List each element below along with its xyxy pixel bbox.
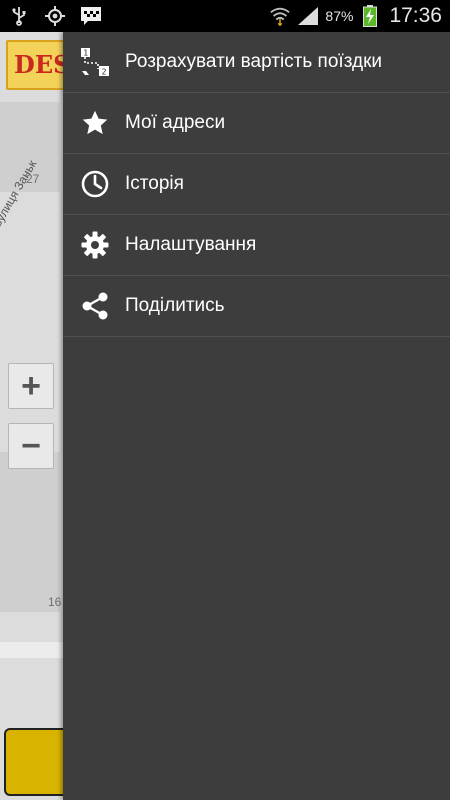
drawer-item-label: Розрахувати вартість поїздки — [125, 51, 383, 72]
status-left — [8, 5, 102, 27]
status-bar: 87% 17:36 — [0, 0, 450, 32]
drawer-item-label: Налаштування — [125, 234, 257, 255]
navigation-drawer: 1 2 Розрахувати вартість поїздки Мої адр… — [63, 32, 450, 800]
status-right: 87% 17:36 — [269, 4, 442, 28]
wifi-icon — [269, 5, 291, 27]
route-icon: 1 2 — [79, 46, 111, 78]
battery-percent: 87% — [325, 8, 354, 24]
zoom-out-button[interactable]: − — [8, 423, 54, 469]
drawer-item-share[interactable]: Поділитись — [63, 276, 450, 337]
map-block — [0, 452, 60, 612]
battery-charging-icon — [359, 5, 381, 27]
svg-text:1: 1 — [83, 49, 88, 58]
drawer-item-label: Поділитись — [125, 295, 225, 316]
drawer-item-my-addresses[interactable]: Мої адреси — [63, 93, 450, 154]
drawer-item-label: Історія — [125, 173, 184, 194]
clock-icon — [79, 168, 111, 200]
gear-icon — [79, 229, 111, 261]
star-icon — [79, 107, 111, 139]
map-road — [0, 642, 63, 658]
gps-icon — [44, 5, 66, 27]
notification-app-icon — [80, 5, 102, 27]
usb-icon — [8, 5, 30, 27]
drawer-item-history[interactable]: Історія — [63, 154, 450, 215]
drawer-item-calculate-fare[interactable]: 1 2 Розрахувати вартість поїздки — [63, 32, 450, 93]
clock: 17:36 — [389, 4, 442, 27]
share-icon — [79, 290, 111, 322]
signal-icon — [297, 5, 319, 27]
drawer-item-label: Мої адреси — [125, 112, 226, 133]
map-house-number: 16 — [48, 595, 62, 609]
zoom-in-button[interactable]: + — [8, 363, 54, 409]
svg-text:2: 2 — [102, 68, 107, 77]
drawer-item-settings[interactable]: Налаштування — [63, 215, 450, 276]
